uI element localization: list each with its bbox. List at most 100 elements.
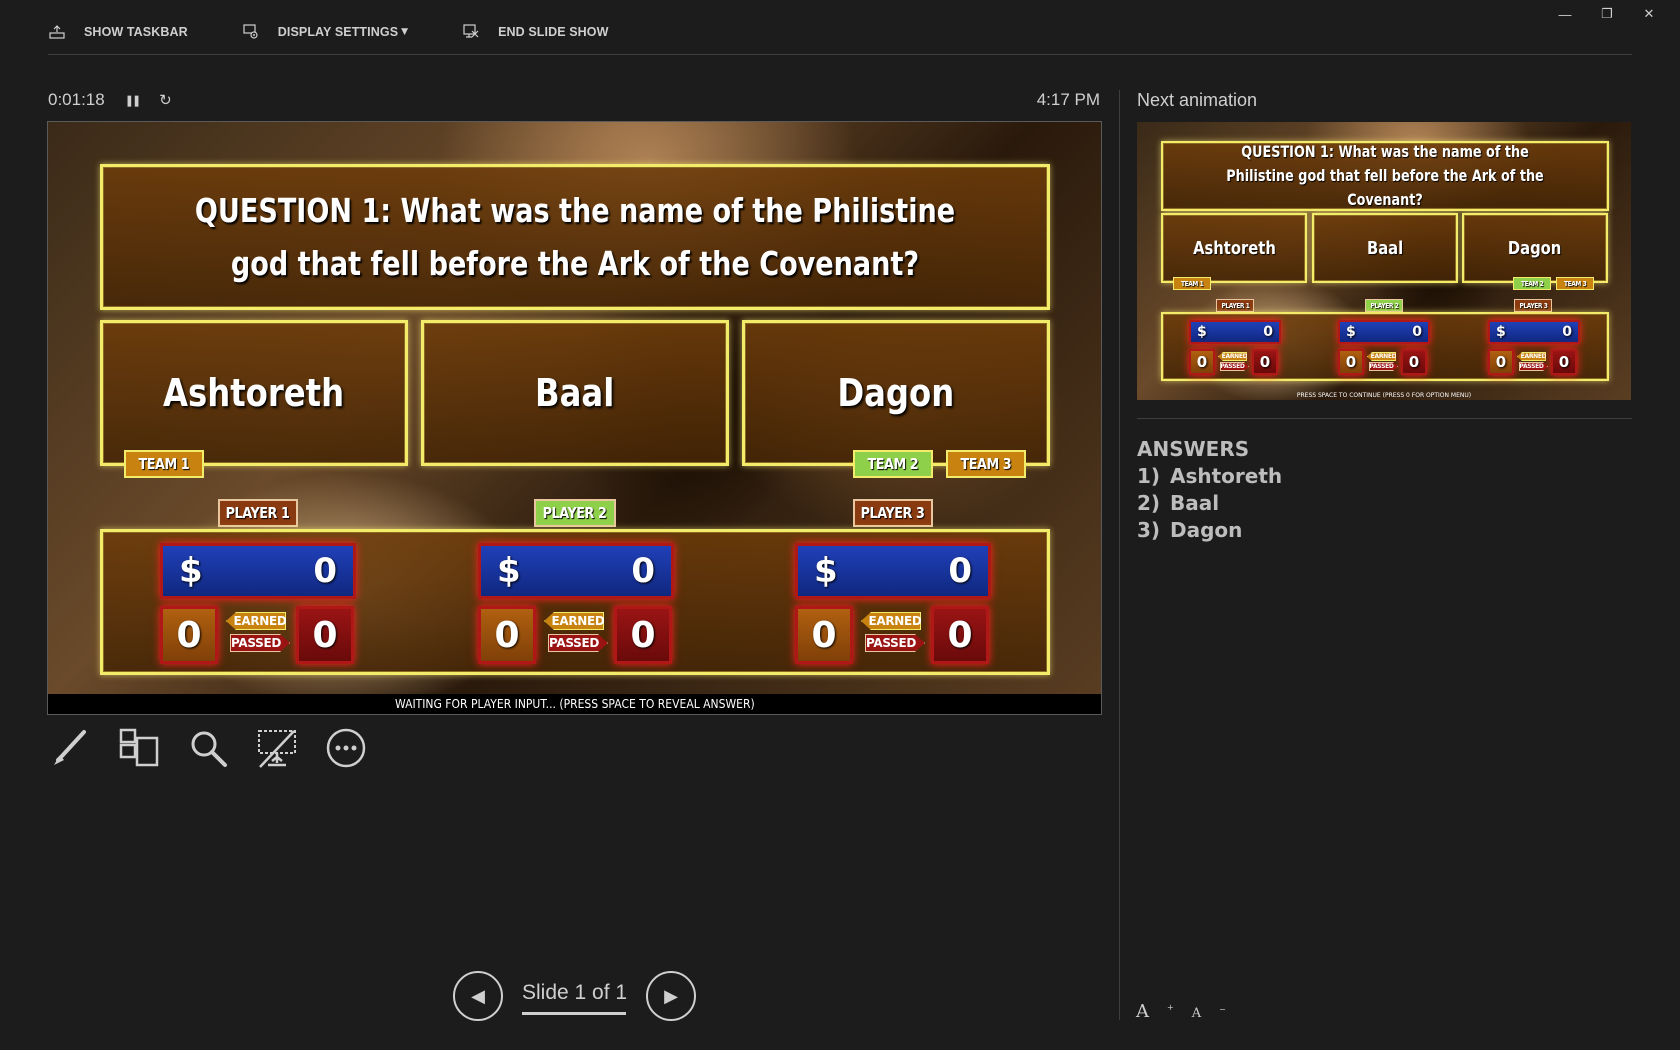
previous-slide-button[interactable]: ◀ (453, 971, 503, 1021)
player-2-passed-count: 0 (614, 606, 672, 664)
black-screen-button[interactable] (255, 726, 299, 770)
player-2-earned-count: 0 (478, 606, 536, 664)
notes-item: 3) Dagon (1137, 518, 1243, 542)
notes-heading: ANSWERS (1137, 437, 1250, 461)
pane-divider[interactable] (1119, 90, 1120, 1020)
next-slide-preview[interactable]: QUESTION 1: What was the name of the Phi… (1137, 122, 1631, 400)
player-2-money: $0 (478, 543, 674, 599)
player-3-tag: PLAYER 3 (853, 499, 933, 527)
answer-box-2: Baal (421, 320, 729, 466)
preview-team-2-tag: TEAM 2 (1513, 277, 1551, 290)
earned-label: EARNED (861, 612, 921, 630)
preview-earned-label: EARNED (1367, 352, 1396, 361)
preview-passed-label: PASSED (1220, 362, 1249, 371)
next-animation-title: Next animation (1137, 90, 1258, 110)
toolbar-divider (48, 54, 1632, 55)
notes-item: 1) Ashtoreth (1137, 464, 1283, 488)
ellipsis-icon (326, 728, 366, 768)
end-slide-show-label: END SLIDE SHOW (498, 25, 609, 39)
presenter-tools (48, 726, 393, 770)
show-taskbar-button[interactable]: SHOW TASKBAR (48, 23, 188, 41)
earned-label: EARNED (226, 612, 286, 630)
player-1-money: $0 (160, 543, 356, 599)
grid-icon (119, 728, 159, 767)
display-settings-icon (242, 23, 260, 41)
question-box: QUESTION 1: What was the name of the Phi… (100, 164, 1050, 310)
close-icon[interactable]: ✕ (1628, 4, 1670, 24)
player-1-passed-count: 0 (296, 606, 354, 664)
player-3-earned-count: 0 (795, 606, 853, 664)
notes-divider (1137, 418, 1632, 419)
preview-player-3-money: $0 (1488, 320, 1580, 344)
notes-font-controls: A + A − (1136, 1001, 1244, 1022)
magnifier-icon (191, 731, 227, 767)
question-text: QUESTION 1: What was the name of the Phi… (194, 191, 956, 283)
preview-player-2-earned: 0 (1338, 349, 1364, 375)
next-slide-button[interactable]: ▶ (646, 971, 696, 1021)
preview-earned-label: EARNED (1517, 352, 1546, 361)
preview-player-3-passed: 0 (1551, 349, 1577, 375)
slide-counter[interactable]: Slide 1 of 1 (522, 981, 627, 1005)
display-settings-label: DISPLAY SETTINGS (277, 25, 399, 39)
preview-player-3-tag: PLAYER 3 (1514, 299, 1552, 312)
answer-text: Ashtoreth (163, 371, 345, 415)
increase-font-icon[interactable]: A + (1136, 1001, 1174, 1022)
display-settings-button[interactable]: DISPLAY SETTINGS ▼ (242, 23, 408, 41)
preview-question-text: QUESTION 1: What was the name of the Phi… (1226, 142, 1544, 209)
taskbar-icon (48, 23, 66, 41)
speaker-notes[interactable]: ANSWERS 1) Ashtoreth 2) Baal 3) Dagon (1137, 436, 1282, 544)
preview-player-1-tag: PLAYER 1 (1216, 299, 1254, 312)
preview-earned-label: EARNED (1218, 352, 1247, 361)
pause-icon[interactable]: ❚❚ (125, 94, 142, 107)
preview-question-box: QUESTION 1: What was the name of the Phi… (1161, 141, 1609, 211)
zoom-button[interactable] (186, 726, 230, 770)
preview-player-3-earned: 0 (1488, 349, 1514, 375)
end-slide-show-button[interactable]: END SLIDE SHOW (462, 23, 608, 41)
team-3-tag: TEAM 3 (946, 450, 1026, 478)
timer-value: 0:01:18 (48, 90, 105, 109)
current-slide[interactable]: QUESTION 1: What was the name of the Phi… (47, 121, 1102, 715)
preview-player-1-earned: 0 (1189, 349, 1215, 375)
answer-box-3: Dagon (742, 320, 1050, 466)
preview-team-3-tag: TEAM 3 (1556, 277, 1594, 290)
status-text: WAITING FOR PLAYER INPUT... (PRESS SPACE… (394, 697, 755, 711)
current-time: 4:17 PM (1036, 90, 1100, 109)
preview-answer-box-2: Baal (1312, 213, 1458, 283)
chevron-left-icon: ◀ (471, 985, 485, 1007)
slideshow-toolbar: SHOW TASKBAR DISPLAY SETTINGS ▼ END SLID… (48, 22, 663, 42)
preview-player-1-passed: 0 (1252, 349, 1278, 375)
slide-counter-underline (522, 1012, 626, 1015)
chevron-down-icon: ▼ (401, 27, 409, 37)
preview-passed-label: PASSED (1519, 362, 1548, 371)
chevron-right-icon: ▶ (664, 985, 678, 1007)
reset-timer-icon[interactable]: ↻ (159, 91, 172, 109)
pen-tool-button[interactable] (48, 726, 92, 770)
player-2-tag: PLAYER 2 (534, 499, 616, 527)
preview-answer-box-3: Dagon (1462, 213, 1608, 283)
player-1-tag: PLAYER 1 (218, 499, 298, 527)
see-all-slides-button[interactable] (117, 726, 161, 770)
decrease-font-icon[interactable]: A − (1192, 1005, 1226, 1022)
answer-text: Dagon (837, 371, 955, 415)
restore-icon[interactable]: ❐ (1586, 4, 1628, 24)
player-3-money: $0 (795, 543, 991, 599)
team-2-tag: TEAM 2 (853, 450, 933, 478)
preview-footer-text: PRESS SPACE TO CONTINUE (PRESS 0 FOR OPT… (1296, 391, 1472, 399)
preview-player-2-passed: 0 (1401, 349, 1427, 375)
pen-icon (54, 730, 86, 765)
answer-text: Baal (535, 371, 615, 415)
show-taskbar-label: SHOW TASKBAR (84, 25, 188, 39)
window-controls: — ❐ ✕ (1544, 4, 1670, 24)
more-options-button[interactable] (324, 726, 368, 770)
preview-team-1-tag: TEAM 1 (1173, 277, 1211, 290)
player-3-passed-count: 0 (931, 606, 989, 664)
passed-label: PASSED (865, 634, 925, 652)
preview-player-2-money: $0 (1338, 320, 1430, 344)
minimize-icon[interactable]: — (1544, 4, 1586, 24)
notes-item: 2) Baal (1137, 491, 1220, 515)
passed-label: PASSED (230, 634, 290, 652)
preview-answer-box-1: Ashtoreth (1161, 213, 1307, 283)
player-1-earned-count: 0 (160, 606, 218, 664)
preview-player-1-money: $0 (1189, 320, 1281, 344)
answer-box-1: Ashtoreth (100, 320, 408, 466)
